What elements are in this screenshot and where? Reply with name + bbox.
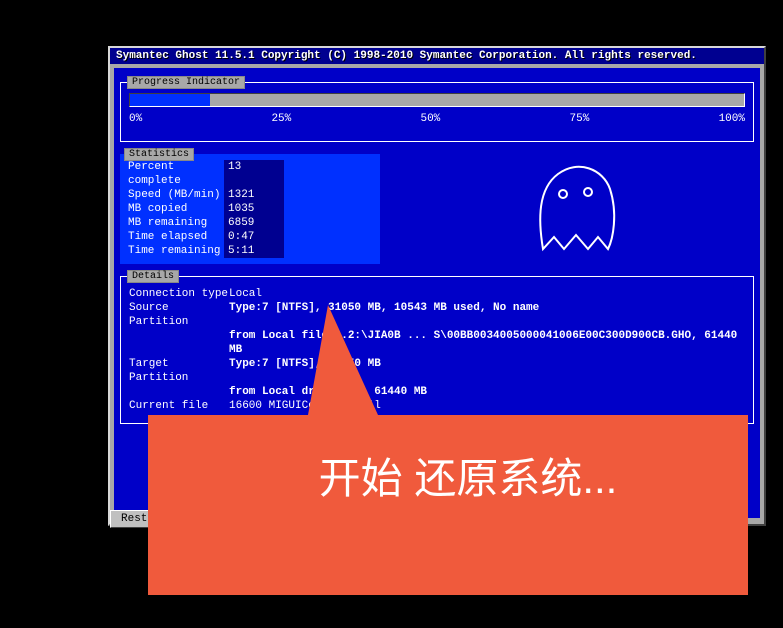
ghost-icon	[518, 159, 628, 259]
stats-row: Statistics Percent complete 13 Speed (MB…	[120, 154, 754, 264]
details-label: Details	[127, 270, 179, 283]
ghost-logo-area	[392, 154, 754, 264]
stat-speed: Speed (MB/min) 1321	[128, 188, 372, 202]
detail-source-sub: from Local file 1.2:\JIA0B ... S\00BB003…	[229, 329, 745, 357]
detail-val: Type:7 [NTFS], 32050 MB	[229, 357, 745, 385]
stat-val: 5:11	[224, 244, 284, 258]
restore-button[interactable]: Restore	[110, 510, 178, 528]
window-body: Progress Indicator 0% 25% 50% 75% 100% S…	[114, 68, 760, 518]
detail-key: Current file	[129, 399, 229, 413]
progress-fill	[130, 94, 210, 106]
detail-key: Target Partition	[129, 357, 229, 385]
progress-ticks: 0% 25% 50% 75% 100%	[129, 113, 745, 125]
detail-key: Source Partition	[129, 301, 229, 329]
stat-val: 1035	[224, 202, 284, 216]
tick-0: 0%	[129, 113, 142, 125]
stat-key: Percent complete	[128, 160, 224, 188]
progress-bar	[129, 93, 745, 107]
stat-key: MB remaining	[128, 216, 224, 230]
stat-mb-remaining: MB remaining 6859	[128, 216, 372, 230]
stat-time-elapsed: Time elapsed 0:47	[128, 230, 372, 244]
stat-key: Speed (MB/min)	[128, 188, 224, 202]
ghost-window: Symantec Ghost 11.5.1 Copyright (C) 1998…	[108, 46, 766, 526]
statistics-label: Statistics	[124, 148, 194, 161]
detail-val: Type:7 [NTFS], 31050 MB, 10543 MB used, …	[229, 301, 745, 329]
detail-source-partition: Source Partition Type:7 [NTFS], 31050 MB…	[129, 301, 745, 329]
stat-mb-copied: MB copied 1035	[128, 202, 372, 216]
tick-100: 100%	[719, 113, 745, 125]
stat-key: MB copied	[128, 202, 224, 216]
stat-key: Time remaining	[128, 244, 224, 258]
stat-time-remaining: Time remaining 5:11	[128, 244, 372, 258]
stat-percent-complete: Percent complete 13	[128, 160, 372, 188]
stat-val: 1321	[224, 188, 284, 202]
progress-indicator-group: Progress Indicator 0% 25% 50% 75% 100%	[120, 82, 754, 142]
detail-current-file: Current file 16600 MIGUIControls.dll	[129, 399, 745, 413]
detail-key: Connection type	[129, 287, 229, 301]
stat-key: Time elapsed	[128, 230, 224, 244]
stat-val: 13	[224, 160, 284, 188]
detail-connection-type: Connection type Local	[129, 287, 745, 301]
tick-50: 50%	[420, 113, 440, 125]
titlebar: Symantec Ghost 11.5.1 Copyright (C) 1998…	[110, 48, 764, 64]
detail-target-sub: from Local drive [1], 61440 MB	[229, 385, 745, 399]
tick-25: 25%	[271, 113, 291, 125]
stat-val: 0:47	[224, 230, 284, 244]
details-group: Details Connection type Local Source Par…	[120, 276, 754, 424]
progress-label: Progress Indicator	[127, 76, 245, 89]
statistics-group: Statistics Percent complete 13 Speed (MB…	[120, 154, 380, 264]
detail-val: Local	[229, 287, 745, 301]
detail-val: 16600 MIGUIControls.dll	[229, 399, 745, 413]
bottom-button-bar: Restore	[110, 510, 178, 528]
stat-val: 6859	[224, 216, 284, 230]
tick-75: 75%	[570, 113, 590, 125]
detail-target-partition: Target Partition Type:7 [NTFS], 32050 MB	[129, 357, 745, 385]
